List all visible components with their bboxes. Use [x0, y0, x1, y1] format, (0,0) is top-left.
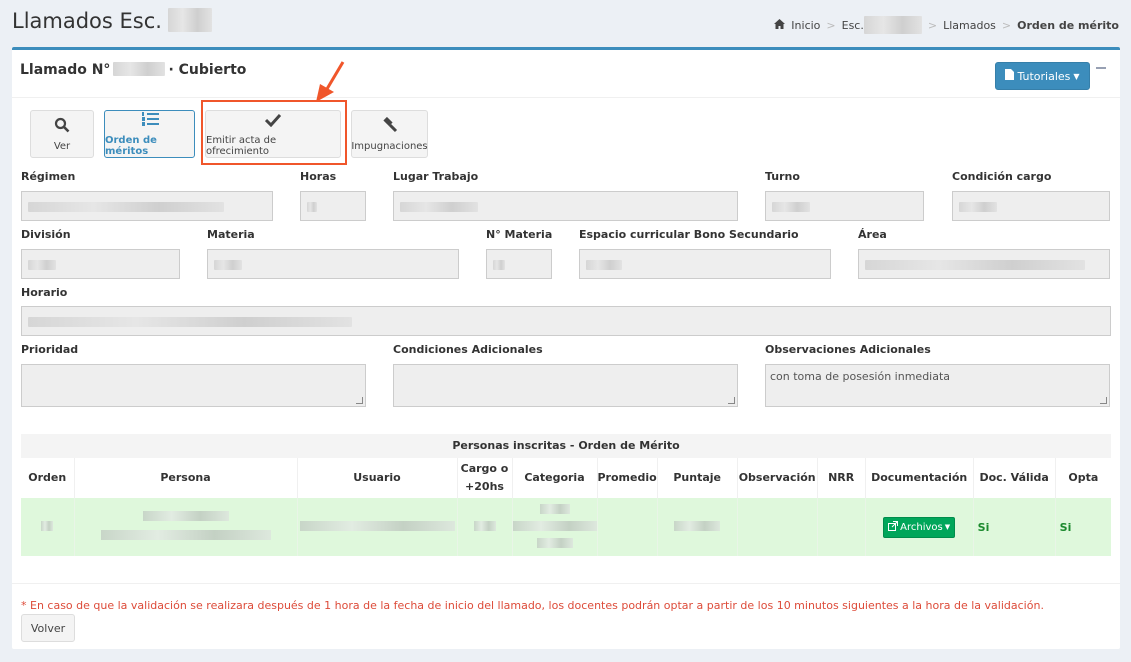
- footer-divider: [12, 583, 1120, 584]
- prioridad-textarea[interactable]: [21, 364, 366, 407]
- external-link-icon: [888, 520, 899, 534]
- breadcrumb-current: Orden de mérito: [1017, 18, 1119, 32]
- regimen-label: Régimen: [21, 170, 76, 183]
- validation-footnote: * En caso de que la validación se realiz…: [21, 599, 1044, 612]
- cell-promedio: [597, 498, 658, 556]
- col-nrr: NRR: [817, 458, 866, 498]
- turno-label: Turno: [765, 170, 800, 183]
- cell-opta: Si: [1055, 498, 1111, 556]
- page-title: Llamados Esc.: [12, 8, 212, 33]
- ordered-list-icon: [141, 111, 159, 131]
- col-categoria: Categoria: [512, 458, 598, 498]
- cell-puntaje: [657, 498, 738, 556]
- tutoriales-button[interactable]: Tutoriales ▼: [995, 62, 1090, 90]
- col-opta: Opta: [1055, 458, 1111, 498]
- col-doc-valida: Doc. Válida: [973, 458, 1056, 498]
- redacted-school-name: [167, 8, 212, 32]
- cell-observacion: [737, 498, 818, 556]
- turno-field[interactable]: [765, 191, 924, 221]
- materia-label: Materia: [207, 228, 255, 241]
- orden-meritos-button[interactable]: Orden de méritos: [104, 110, 195, 158]
- horario-label: Horario: [21, 286, 68, 299]
- prioridad-label: Prioridad: [21, 343, 79, 356]
- area-label: Área: [858, 228, 887, 241]
- division-label: División: [21, 228, 71, 241]
- materia-field[interactable]: [207, 249, 459, 279]
- file-icon: [1005, 69, 1015, 83]
- col-observacion: Observación: [737, 458, 818, 498]
- col-usuario: Usuario: [297, 458, 458, 498]
- box-title: Llamado N° · Cubierto: [20, 62, 247, 78]
- cell-documentacion: Archivos ▼: [865, 498, 974, 556]
- search-icon: [54, 117, 70, 137]
- breadcrumb-home[interactable]: Inicio: [791, 19, 820, 32]
- espacio-curricular-field[interactable]: [579, 249, 831, 279]
- cell-nrr: [817, 498, 866, 556]
- col-orden: Orden: [21, 458, 75, 498]
- action-toolbar: Ver Orden de méritos Emitir acta de ofre…: [30, 110, 428, 158]
- llamado-box: Llamado N° · Cubierto Tutoriales ▼ Ver Or…: [12, 47, 1120, 649]
- home-icon: [774, 18, 786, 32]
- condicion-cargo-field[interactable]: [952, 191, 1110, 221]
- cell-categoria: [512, 498, 598, 556]
- archivos-button[interactable]: Archivos ▼: [883, 516, 956, 538]
- cell-orden: [21, 498, 75, 556]
- horas-field[interactable]: [300, 191, 366, 221]
- caret-down-icon: ▼: [1073, 71, 1080, 81]
- condiciones-adicionales-textarea[interactable]: [393, 364, 738, 407]
- col-promedio: Promedio: [597, 458, 658, 498]
- lugar-trabajo-label: Lugar Trabajo: [393, 170, 479, 183]
- n-materia-label: N° Materia: [486, 228, 553, 241]
- breadcrumb-llamados[interactable]: Llamados: [943, 19, 996, 32]
- horario-field[interactable]: [21, 306, 1111, 336]
- breadcrumb-school[interactable]: Esc.: [842, 16, 922, 34]
- horas-label: Horas: [300, 170, 337, 183]
- n-materia-field[interactable]: [486, 249, 552, 279]
- col-documentacion: Documentación: [865, 458, 974, 498]
- caret-down-icon: ▼: [944, 523, 951, 531]
- cell-cargo: [457, 498, 513, 556]
- observaciones-adicionales-label: Observaciones Adicionales: [765, 343, 931, 356]
- check-icon: [264, 112, 282, 131]
- box-header: Llamado N° · Cubierto Tutoriales ▼: [12, 50, 1120, 98]
- volver-button[interactable]: Volver: [21, 614, 75, 642]
- col-puntaje: Puntaje: [657, 458, 738, 498]
- table-row: Archivos ▼ Si Si: [21, 498, 1111, 556]
- annotation-arrow-icon: [316, 61, 345, 102]
- collapse-button[interactable]: [1096, 67, 1106, 69]
- gavel-icon: [382, 116, 398, 137]
- merit-order-table: Personas inscritas - Orden de Mérito Ord…: [21, 434, 1111, 556]
- division-field[interactable]: [21, 249, 180, 279]
- lugar-trabajo-field[interactable]: [393, 191, 738, 221]
- cell-persona: [74, 498, 298, 556]
- condiciones-adicionales-label: Condiciones Adicionales: [393, 343, 543, 356]
- regimen-field[interactable]: [21, 191, 273, 221]
- emitir-acta-button[interactable]: Emitir acta de ofrecimiento: [205, 110, 341, 158]
- condicion-cargo-label: Condición cargo: [952, 170, 1052, 183]
- col-cargo: Cargo o +20hs: [457, 458, 513, 498]
- observaciones-adicionales-textarea[interactable]: con toma de posesión inmediata: [765, 364, 1110, 407]
- col-persona: Persona: [74, 458, 298, 498]
- cell-doc-valida: Si: [973, 498, 1056, 556]
- cell-usuario: [297, 498, 458, 556]
- ver-button[interactable]: Ver: [30, 110, 94, 158]
- breadcrumb-separator: >: [1001, 18, 1012, 32]
- breadcrumb-separator: >: [927, 18, 938, 32]
- table-caption: Personas inscritas - Orden de Mérito: [21, 434, 1111, 458]
- breadcrumb-separator: >: [826, 18, 836, 32]
- impugnaciones-button[interactable]: Impugnaciones: [351, 110, 428, 158]
- breadcrumb: Inicio > Esc. > Llamados > Orden de méri…: [774, 16, 1119, 34]
- espacio-curricular-label: Espacio curricular Bono Secundario: [579, 228, 799, 241]
- area-field[interactable]: [858, 249, 1110, 279]
